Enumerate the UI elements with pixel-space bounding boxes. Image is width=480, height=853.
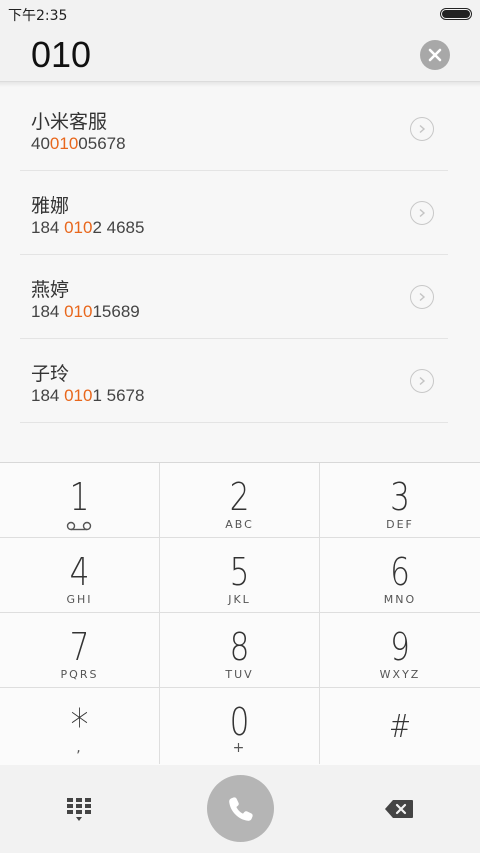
contact-name: 子玲 <box>31 363 70 385</box>
contact-list-item[interactable]: 燕婷 184 01015689 <box>0 255 480 339</box>
clear-circle-icon[interactable] <box>420 40 450 70</box>
key-1[interactable]: 1 <box>0 463 160 538</box>
key-hash[interactable]: # <box>320 688 480 764</box>
key-letters: JKL <box>228 593 251 606</box>
key-digit: 7 <box>69 625 90 669</box>
key-digit: 3 <box>390 475 410 519</box>
voicemail-icon <box>66 521 92 531</box>
key-digit: 5 <box>229 550 250 594</box>
contact-detail-chevron-icon[interactable] <box>410 201 434 225</box>
call-button[interactable] <box>207 775 274 842</box>
dial-keypad: 1 2 ABC 3 DEF 4 GHI 5 JKL 6 MNO 7 PQRS 8… <box>0 462 480 765</box>
contact-name: 雅娜 <box>31 195 70 217</box>
contact-name: 燕婷 <box>31 279 70 301</box>
key-8[interactable]: 8 TUV <box>160 613 320 688</box>
key-letters: GHI <box>66 593 93 606</box>
phone-icon <box>228 796 253 821</box>
key-7[interactable]: 7 PQRS <box>0 613 160 688</box>
contact-number: 184 01015689 <box>31 302 140 321</box>
dial-input-bar: 010 <box>0 28 480 82</box>
key-4[interactable]: 4 GHI <box>0 538 160 613</box>
key-digit: 1 <box>69 475 90 519</box>
contact-number: 184 0102 4685 <box>31 218 145 237</box>
dialpad-icon[interactable] <box>66 796 92 822</box>
key-5[interactable]: 5 JKL <box>160 538 320 613</box>
contact-name: 小米客服 <box>31 111 108 133</box>
key-letters: DEF <box>386 518 414 531</box>
number-match-highlight: 010 <box>64 386 93 405</box>
key-digit: 9 <box>390 625 410 669</box>
status-bar: 下午2:35 <box>0 0 480 28</box>
key-9[interactable]: 9 WXYZ <box>320 613 480 688</box>
contact-list-item[interactable]: 小米客服 4001005678 <box>0 87 480 171</box>
key-2[interactable]: 2 ABC <box>160 463 320 538</box>
key-star[interactable]: * , <box>0 688 160 764</box>
key-digit: 2 <box>229 475 250 519</box>
key-digit: 4 <box>69 550 90 594</box>
key-digit: 8 <box>229 625 250 669</box>
key-letters: , <box>76 740 83 756</box>
number-match-highlight: 010 <box>49 134 79 153</box>
key-letters: TUV <box>225 668 254 681</box>
status-time: 下午2:35 <box>8 8 68 24</box>
contact-number: 4001005678 <box>31 134 126 153</box>
key-letters: MNO <box>383 593 417 606</box>
battery-full-icon <box>440 8 472 20</box>
number-match-highlight: 010 <box>64 218 93 237</box>
key-6[interactable]: 6 MNO <box>320 538 480 613</box>
contact-list-item[interactable]: 雅娜 184 0102 4685 <box>0 171 480 255</box>
contact-detail-chevron-icon[interactable] <box>410 369 434 393</box>
key-letters: ABC <box>225 518 254 531</box>
contact-detail-chevron-icon[interactable] <box>410 117 434 141</box>
key-3[interactable]: 3 DEF <box>320 463 480 538</box>
contact-detail-chevron-icon[interactable] <box>410 285 434 309</box>
number-match-highlight: 010 <box>64 302 93 321</box>
contact-list-item[interactable]: 子玲 184 0101 5678 <box>0 339 480 423</box>
key-letters: PQRS <box>60 668 99 681</box>
backspace-icon[interactable] <box>384 799 414 819</box>
contact-number: 184 0101 5678 <box>31 386 145 405</box>
dial-input[interactable]: 010 <box>31 34 91 76</box>
dialer-action-bar <box>0 765 480 853</box>
key-digit: 0 <box>229 700 250 744</box>
key-letters: WXYZ <box>379 668 421 681</box>
key-digit: 6 <box>390 550 410 594</box>
key-0[interactable]: 0 + <box>160 688 320 764</box>
contact-results-list: 小米客服 4001005678 雅娜 184 0102 4685 燕婷 184 … <box>0 87 480 423</box>
key-letters: + <box>232 740 247 756</box>
key-digit: # <box>389 707 411 745</box>
